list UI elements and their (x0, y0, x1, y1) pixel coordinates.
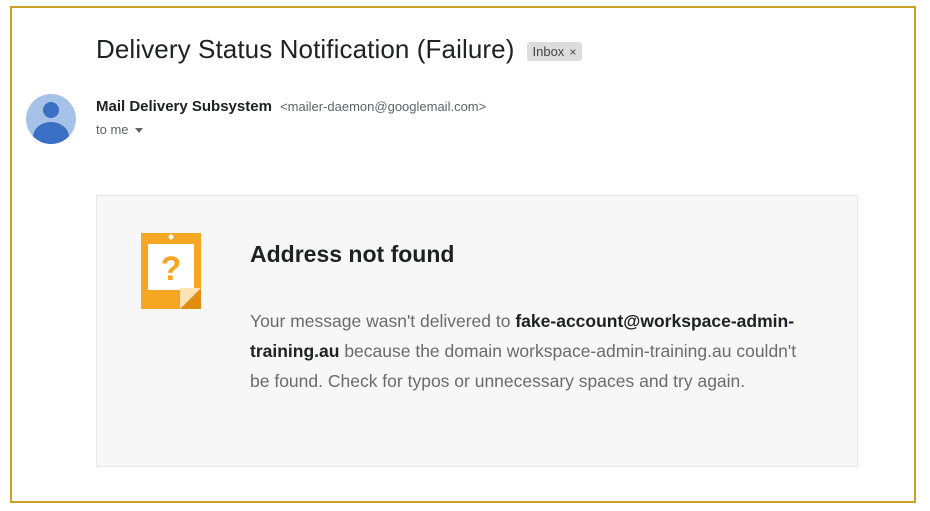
sender-avatar-icon (26, 94, 76, 144)
sender-row: Mail Delivery Subsystem <mailer-daemon@g… (96, 98, 486, 115)
svg-text:?: ? (161, 250, 182, 288)
sender-email: <mailer-daemon@googlemail.com> (280, 99, 487, 114)
card-message: Your message wasn't delivered to fake-ac… (250, 306, 810, 396)
avatar-head (43, 102, 59, 118)
recipient-text: to me (96, 122, 129, 137)
avatar-body (33, 122, 69, 144)
email-subject: Delivery Status Notification (Failure) (96, 34, 515, 64)
remove-label-icon[interactable]: × (569, 45, 576, 59)
sender-name[interactable]: Mail Delivery Subsystem (96, 98, 272, 115)
question-note-icon: ? (141, 233, 201, 309)
label-text: Inbox (532, 44, 565, 59)
chevron-down-icon[interactable] (134, 128, 143, 133)
inbox-label-chip[interactable]: Inbox × (526, 42, 583, 61)
message-prefix: Your message wasn't delivered to (250, 311, 516, 331)
recipient-details-toggle[interactable]: to me (96, 122, 143, 137)
card-title: Address not found (250, 241, 455, 267)
subject-row: Delivery Status Notification (Failure) I… (96, 34, 583, 65)
